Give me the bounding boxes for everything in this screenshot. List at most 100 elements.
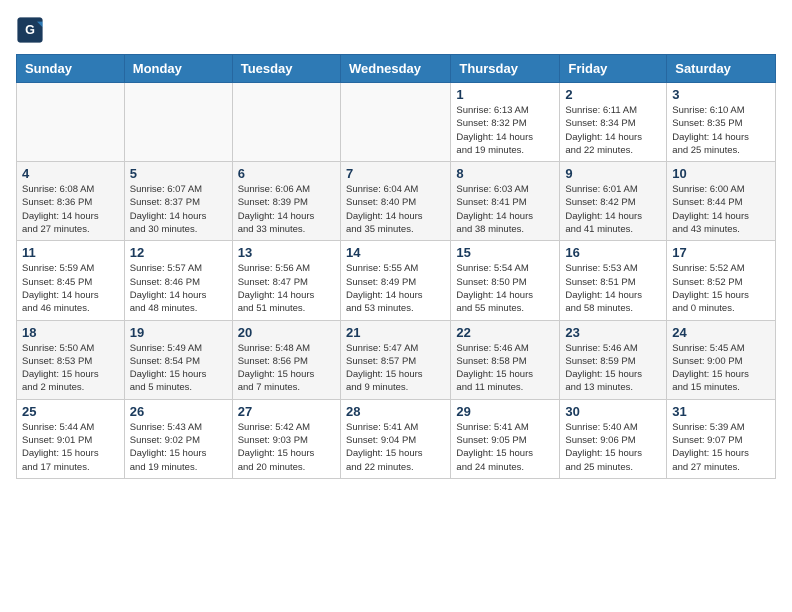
day-info: Sunrise: 5:44 AM Sunset: 9:01 PM Dayligh… (22, 421, 119, 474)
day-number: 13 (238, 245, 335, 260)
day-info: Sunrise: 6:07 AM Sunset: 8:37 PM Dayligh… (130, 183, 227, 236)
calendar-cell: 18 Sunrise: 5:50 AM Sunset: 8:53 PM Dayli… (17, 320, 125, 399)
day-number: 1 (456, 87, 554, 102)
day-info: Sunrise: 6:08 AM Sunset: 8:36 PM Dayligh… (22, 183, 119, 236)
calendar-cell: 28 Sunrise: 5:41 AM Sunset: 9:04 PM Dayli… (340, 399, 450, 478)
day-info: Sunrise: 5:46 AM Sunset: 8:59 PM Dayligh… (565, 342, 661, 395)
calendar-cell: 6Sunrise: 6:06 AM Sunset: 8:39 PM Daylig… (232, 162, 340, 241)
weekday-header-wednesday: Wednesday (340, 55, 450, 83)
day-info: Sunrise: 6:03 AM Sunset: 8:41 PM Dayligh… (456, 183, 554, 236)
header: G (16, 16, 776, 44)
calendar-cell: 5 Sunrise: 6:07 AM Sunset: 8:37 PM Daylig… (124, 162, 232, 241)
logo-icon: G (16, 16, 44, 44)
day-number: 26 (130, 404, 227, 419)
calendar-cell: 24 Sunrise: 5:45 AM Sunset: 9:00 PM Dayli… (667, 320, 776, 399)
day-number: 2 (565, 87, 661, 102)
day-info: Sunrise: 5:59 AM Sunset: 8:45 PM Dayligh… (22, 262, 119, 315)
day-info: Sunrise: 5:41 AM Sunset: 9:04 PM Dayligh… (346, 421, 445, 474)
calendar-cell: 4 Sunrise: 6:08 AM Sunset: 8:36 PM Daylig… (17, 162, 125, 241)
calendar-cell: 16 Sunrise: 5:53 AM Sunset: 8:51 PM Dayli… (560, 241, 667, 320)
weekday-header-monday: Monday (124, 55, 232, 83)
day-info: Sunrise: 5:41 AM Sunset: 9:05 PM Dayligh… (456, 421, 554, 474)
day-info: Sunrise: 5:53 AM Sunset: 8:51 PM Dayligh… (565, 262, 661, 315)
weekday-header-thursday: Thursday (451, 55, 560, 83)
calendar-week-row: 1 Sunrise: 6:13 AM Sunset: 8:32 PM Daylig… (17, 83, 776, 162)
day-info: Sunrise: 5:48 AM Sunset: 8:56 PM Dayligh… (238, 342, 335, 395)
calendar-cell: 7Sunrise: 6:04 AM Sunset: 8:40 PM Daylig… (340, 162, 450, 241)
calendar-table: SundayMondayTuesdayWednesdayThursdayFrid… (16, 54, 776, 479)
day-number: 31 (672, 404, 770, 419)
calendar-week-row: 11 Sunrise: 5:59 AM Sunset: 8:45 PM Dayli… (17, 241, 776, 320)
day-number: 12 (130, 245, 227, 260)
calendar-cell: 29 Sunrise: 5:41 AM Sunset: 9:05 PM Dayli… (451, 399, 560, 478)
calendar-cell: 12Sunrise: 5:57 AM Sunset: 8:46 PM Dayli… (124, 241, 232, 320)
day-info: Sunrise: 5:47 AM Sunset: 8:57 PM Dayligh… (346, 342, 445, 395)
day-info: Sunrise: 5:52 AM Sunset: 8:52 PM Dayligh… (672, 262, 770, 315)
calendar-cell: 20 Sunrise: 5:48 AM Sunset: 8:56 PM Dayli… (232, 320, 340, 399)
calendar-cell: 23 Sunrise: 5:46 AM Sunset: 8:59 PM Dayli… (560, 320, 667, 399)
day-number: 5 (130, 166, 227, 181)
day-number: 25 (22, 404, 119, 419)
day-number: 21 (346, 325, 445, 340)
logo: G (16, 16, 48, 44)
calendar-week-row: 18 Sunrise: 5:50 AM Sunset: 8:53 PM Dayli… (17, 320, 776, 399)
day-info: Sunrise: 5:50 AM Sunset: 8:53 PM Dayligh… (22, 342, 119, 395)
calendar-cell (17, 83, 125, 162)
day-number: 28 (346, 404, 445, 419)
calendar-cell: 1 Sunrise: 6:13 AM Sunset: 8:32 PM Daylig… (451, 83, 560, 162)
calendar-cell: 19Sunrise: 5:49 AM Sunset: 8:54 PM Dayli… (124, 320, 232, 399)
day-number: 20 (238, 325, 335, 340)
calendar-cell: 22 Sunrise: 5:46 AM Sunset: 8:58 PM Dayli… (451, 320, 560, 399)
day-info: Sunrise: 5:40 AM Sunset: 9:06 PM Dayligh… (565, 421, 661, 474)
day-number: 3 (672, 87, 770, 102)
calendar-cell: 26Sunrise: 5:43 AM Sunset: 9:02 PM Dayli… (124, 399, 232, 478)
calendar-cell: 17 Sunrise: 5:52 AM Sunset: 8:52 PM Dayli… (667, 241, 776, 320)
day-number: 11 (22, 245, 119, 260)
calendar-cell: 31Sunrise: 5:39 AM Sunset: 9:07 PM Dayli… (667, 399, 776, 478)
weekday-header-tuesday: Tuesday (232, 55, 340, 83)
calendar-cell (232, 83, 340, 162)
calendar-cell: 11 Sunrise: 5:59 AM Sunset: 8:45 PM Dayli… (17, 241, 125, 320)
day-info: Sunrise: 6:13 AM Sunset: 8:32 PM Dayligh… (456, 104, 554, 157)
day-number: 15 (456, 245, 554, 260)
day-number: 29 (456, 404, 554, 419)
calendar-week-row: 4 Sunrise: 6:08 AM Sunset: 8:36 PM Daylig… (17, 162, 776, 241)
day-number: 23 (565, 325, 661, 340)
calendar-week-row: 25 Sunrise: 5:44 AM Sunset: 9:01 PM Dayli… (17, 399, 776, 478)
calendar-cell: 9Sunrise: 6:01 AM Sunset: 8:42 PM Daylig… (560, 162, 667, 241)
calendar-cell: 27 Sunrise: 5:42 AM Sunset: 9:03 PM Dayli… (232, 399, 340, 478)
calendar-cell: 21 Sunrise: 5:47 AM Sunset: 8:57 PM Dayli… (340, 320, 450, 399)
day-info: Sunrise: 6:10 AM Sunset: 8:35 PM Dayligh… (672, 104, 770, 157)
weekday-header-saturday: Saturday (667, 55, 776, 83)
day-info: Sunrise: 5:42 AM Sunset: 9:03 PM Dayligh… (238, 421, 335, 474)
day-number: 14 (346, 245, 445, 260)
calendar-cell: 14 Sunrise: 5:55 AM Sunset: 8:49 PM Dayli… (340, 241, 450, 320)
weekday-header-sunday: Sunday (17, 55, 125, 83)
calendar-cell: 30 Sunrise: 5:40 AM Sunset: 9:06 PM Dayli… (560, 399, 667, 478)
day-number: 30 (565, 404, 661, 419)
weekday-header-friday: Friday (560, 55, 667, 83)
day-number: 24 (672, 325, 770, 340)
weekday-header-row: SundayMondayTuesdayWednesdayThursdayFrid… (17, 55, 776, 83)
day-number: 8 (456, 166, 554, 181)
day-number: 7 (346, 166, 445, 181)
day-info: Sunrise: 5:46 AM Sunset: 8:58 PM Dayligh… (456, 342, 554, 395)
day-number: 19 (130, 325, 227, 340)
calendar-cell: 15Sunrise: 5:54 AM Sunset: 8:50 PM Dayli… (451, 241, 560, 320)
calendar-cell: 25 Sunrise: 5:44 AM Sunset: 9:01 PM Dayli… (17, 399, 125, 478)
day-number: 22 (456, 325, 554, 340)
calendar-cell: 13Sunrise: 5:56 AM Sunset: 8:47 PM Dayli… (232, 241, 340, 320)
calendar-cell: 10Sunrise: 6:00 AM Sunset: 8:44 PM Dayli… (667, 162, 776, 241)
day-number: 17 (672, 245, 770, 260)
calendar-cell: 2Sunrise: 6:11 AM Sunset: 8:34 PM Daylig… (560, 83, 667, 162)
day-number: 18 (22, 325, 119, 340)
calendar-cell (340, 83, 450, 162)
day-number: 4 (22, 166, 119, 181)
day-number: 16 (565, 245, 661, 260)
day-number: 27 (238, 404, 335, 419)
day-info: Sunrise: 6:01 AM Sunset: 8:42 PM Dayligh… (565, 183, 661, 236)
day-info: Sunrise: 5:45 AM Sunset: 9:00 PM Dayligh… (672, 342, 770, 395)
day-info: Sunrise: 5:55 AM Sunset: 8:49 PM Dayligh… (346, 262, 445, 315)
svg-text:G: G (25, 23, 35, 37)
day-info: Sunrise: 6:00 AM Sunset: 8:44 PM Dayligh… (672, 183, 770, 236)
